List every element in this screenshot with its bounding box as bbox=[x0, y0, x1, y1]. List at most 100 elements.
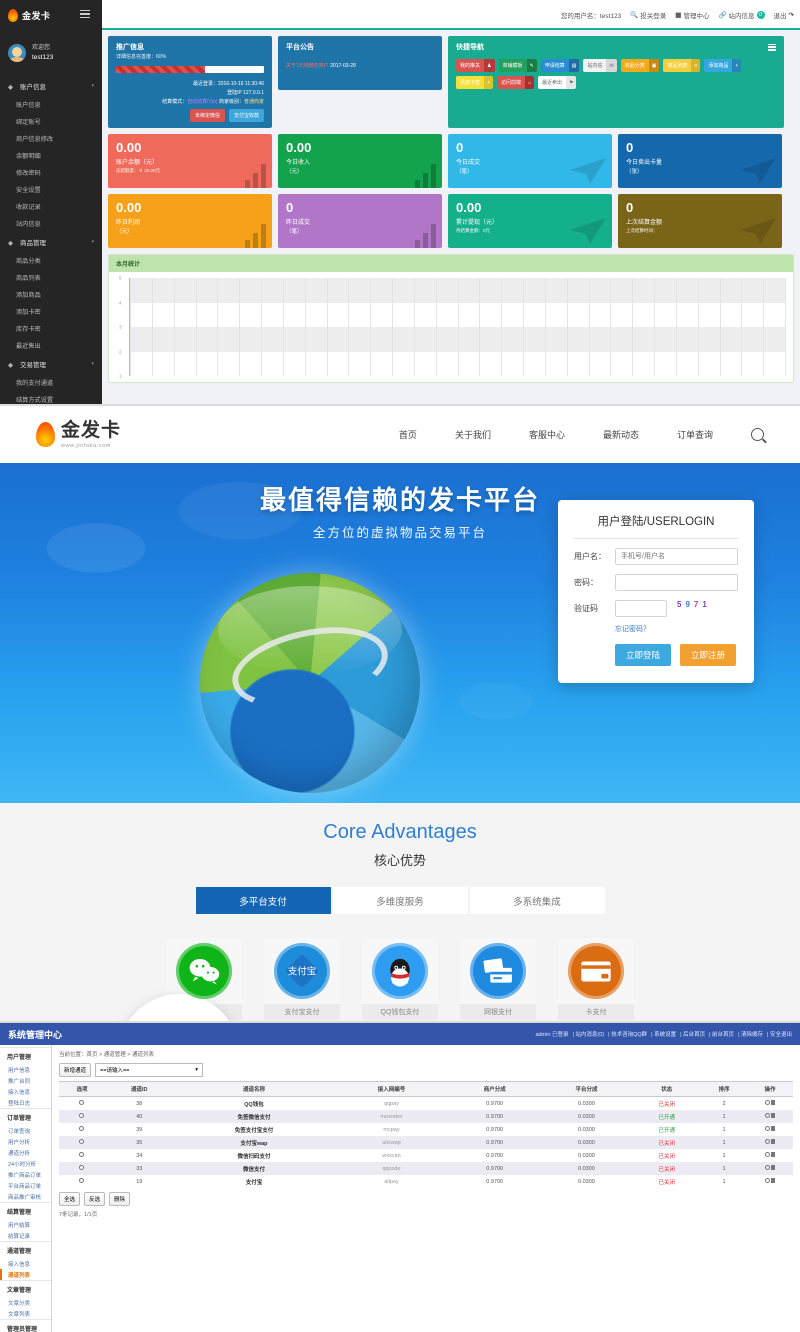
sidebar-item-结算方式设置[interactable]: 结算方式设置 bbox=[0, 391, 102, 404]
admin-item-订单查询[interactable]: 订单查询 bbox=[0, 1125, 51, 1136]
quicknav-button-添加商品[interactable]: 添加商品 + bbox=[704, 59, 742, 72]
sidebar-group-商品管理[interactable]: ◆ 商品管理 ▾ bbox=[0, 232, 102, 252]
cell-actions[interactable] bbox=[747, 1162, 793, 1175]
sidebar-item-修改密码[interactable]: 修改密码 bbox=[0, 164, 102, 181]
advantage-tab-多平台支付[interactable]: 多平台支付 bbox=[195, 887, 331, 914]
forgot-password-link[interactable]: 忘记密码？ bbox=[615, 624, 738, 634]
admin-item-用户分析[interactable]: 用户分析 bbox=[0, 1136, 51, 1147]
site-nav-首页[interactable]: 首页 bbox=[399, 428, 417, 441]
site-nav-最新动态[interactable]: 最新动态 bbox=[603, 428, 639, 441]
admin-item-商品推广审核[interactable]: 商品推广审核 bbox=[0, 1191, 51, 1202]
row-checkbox-cell[interactable] bbox=[59, 1162, 105, 1175]
cell-actions[interactable] bbox=[747, 1175, 793, 1188]
alipay-receive-button[interactable]: 支付宝收款 bbox=[228, 109, 264, 122]
bind-wechat-button[interactable]: 未绑定微信 bbox=[189, 109, 225, 122]
admin-topnav-技术咨询QQ群[interactable]: | 技术咨询QQ群 bbox=[608, 1030, 647, 1038]
cell-actions[interactable] bbox=[747, 1123, 793, 1136]
quicknav-button-商铺模板[interactable]: 商铺模板 ✎ bbox=[498, 59, 537, 72]
quicknav-button-访问前端[interactable]: 访问前端 ⌂ bbox=[496, 76, 534, 89]
table-row[interactable]: 19 支付宝 alipay 0.9700 0.0300 已关闭 1 bbox=[59, 1175, 793, 1188]
edit-icon[interactable] bbox=[764, 1165, 770, 1170]
username-input[interactable] bbox=[615, 548, 738, 565]
quicknav-button-添加卡密[interactable]: 添加卡密 + bbox=[456, 76, 493, 89]
cell-actions[interactable] bbox=[747, 1136, 793, 1149]
sidebar-item-添加商品[interactable]: 添加商品 bbox=[0, 286, 102, 303]
admin-topnav-前台首页[interactable]: | 前台首页 bbox=[709, 1030, 734, 1038]
edit-icon[interactable] bbox=[764, 1139, 770, 1144]
edit-icon[interactable] bbox=[764, 1152, 770, 1157]
sidebar-item-商品列表[interactable]: 商品列表 bbox=[0, 269, 102, 286]
row-checkbox[interactable] bbox=[79, 1100, 85, 1105]
topbar-login-record[interactable]: 🔍 投关登录 bbox=[630, 10, 666, 20]
admin-topnav-后台首页[interactable]: | 后台首页 bbox=[680, 1030, 705, 1038]
table-row[interactable]: 33 微信支付 qqcode 0.9700 0.0300 已关闭 1 bbox=[59, 1162, 793, 1175]
sidebar-item-商品分类[interactable]: 商品分类 bbox=[0, 252, 102, 269]
admin-item-登陆日志[interactable]: 登陆日志 bbox=[0, 1097, 51, 1108]
sidebar-item-账户信息[interactable]: 账户信息 bbox=[0, 96, 102, 113]
search-icon[interactable] bbox=[751, 428, 764, 441]
admin-topnav-站内消息(0)[interactable]: | 站内消息(0) bbox=[572, 1030, 604, 1038]
admin-item-24小时分析[interactable]: 24小时分析 bbox=[0, 1158, 51, 1169]
site-nav-订单查询[interactable]: 订单查询 bbox=[677, 428, 713, 441]
cell-actions[interactable] bbox=[747, 1110, 793, 1123]
delete-icon[interactable] bbox=[771, 1178, 776, 1183]
row-checkbox-cell[interactable] bbox=[59, 1123, 105, 1136]
captcha-input[interactable] bbox=[615, 600, 667, 617]
delete-icon[interactable] bbox=[771, 1100, 776, 1105]
row-checkbox[interactable] bbox=[79, 1139, 85, 1144]
row-checkbox-cell[interactable] bbox=[59, 1149, 105, 1162]
admin-item-接入信息[interactable]: 接入信息 bbox=[0, 1258, 51, 1269]
topbar-site-message[interactable]: 🔗 站内信息 0 bbox=[718, 10, 765, 20]
register-button[interactable]: 立即注册 bbox=[680, 644, 737, 666]
edit-icon[interactable] bbox=[764, 1100, 770, 1105]
sidebar-item-站内信息[interactable]: 站内信息 bbox=[0, 215, 102, 232]
table-row[interactable]: 39 免签支付宝支付 mcpay 0.9700 0.0300 已开通 1 bbox=[59, 1123, 793, 1136]
filter-select[interactable]: ==请输入== ▾ bbox=[95, 1063, 204, 1077]
table-row[interactable]: 40 免签微信支付 moxodev 0.9700 0.0300 已开通 1 bbox=[59, 1110, 793, 1123]
sidebar-item-绑定账号[interactable]: 绑定账号 bbox=[0, 113, 102, 130]
sidebar-item-库存卡密[interactable]: 库存卡密 bbox=[0, 320, 102, 337]
delete-icon[interactable] bbox=[771, 1139, 776, 1144]
payment-method-网银支付[interactable]: 网银支付 bbox=[460, 938, 536, 1020]
row-checkbox[interactable] bbox=[79, 1126, 85, 1131]
admin-item-通道分析[interactable]: 通道分析 bbox=[0, 1147, 51, 1158]
captcha-image[interactable]: 5971 bbox=[677, 600, 731, 617]
sidebar-item-最近售出[interactable]: 最近售出 bbox=[0, 337, 102, 354]
sidebar-group-账户信息[interactable]: ◆ 账户信息 ▾ bbox=[0, 76, 102, 96]
list-icon[interactable] bbox=[768, 43, 776, 51]
delete-icon[interactable] bbox=[771, 1113, 776, 1118]
sidebar-toggle-icon[interactable] bbox=[80, 10, 90, 19]
quicknav-button-站内信[interactable]: 站内信 ✉ bbox=[583, 59, 617, 72]
table-row[interactable]: 35 支付宝wap alixwap 0.9700 0.0300 已关闭 1 bbox=[59, 1136, 793, 1149]
topbar-mgmt-center[interactable]: ▦ 管理中心 bbox=[675, 10, 709, 20]
row-checkbox-cell[interactable] bbox=[59, 1097, 105, 1111]
delete-icon[interactable] bbox=[771, 1126, 776, 1131]
payment-method-QQ钱包支付[interactable]: QQ钱包支付 bbox=[362, 938, 438, 1020]
password-input[interactable] bbox=[615, 574, 738, 591]
delete-icon[interactable] bbox=[771, 1165, 776, 1170]
edit-icon[interactable] bbox=[764, 1178, 770, 1183]
admin-item-推广台同[interactable]: 推广台同 bbox=[0, 1075, 51, 1086]
row-checkbox-cell[interactable] bbox=[59, 1136, 105, 1149]
row-checkbox[interactable] bbox=[79, 1165, 85, 1170]
sidebar-group-交易管理[interactable]: ◆ 交易管理 ▾ bbox=[0, 354, 102, 374]
advantage-tab-多系统集成[interactable]: 多系统集成 bbox=[469, 887, 605, 914]
admin-topnav-admin 已登录[interactable]: admin 已登录 bbox=[535, 1030, 568, 1038]
quicknav-button-最近卖出[interactable]: 最近卖出 ⚑ bbox=[537, 76, 577, 89]
advantage-tab-多维度服务[interactable]: 多维度服务 bbox=[332, 887, 468, 914]
admin-item-接入信息[interactable]: 接入信息 bbox=[0, 1086, 51, 1097]
admin-topnav-清除缓存[interactable]: | 清除缓存 bbox=[738, 1030, 763, 1038]
site-nav-客服中心[interactable]: 客服中心 bbox=[529, 428, 565, 441]
sidebar-item-安全设置[interactable]: 安全设置 bbox=[0, 181, 102, 198]
notice-item[interactable]: 关于1元钱微信商户 2017-03-28 bbox=[286, 62, 434, 69]
quicknav-button-我的推关[interactable]: 我的推关 ♟ bbox=[456, 59, 495, 72]
admin-item-文章分类[interactable]: 文章分类 bbox=[0, 1297, 51, 1308]
admin-item-用户信息[interactable]: 用户信息 bbox=[0, 1064, 51, 1075]
edit-icon[interactable] bbox=[764, 1113, 770, 1118]
admin-item-推广商品订单[interactable]: 推广商品订单 bbox=[0, 1169, 51, 1180]
admin-item-平台商品订单[interactable]: 平台商品订单 bbox=[0, 1180, 51, 1191]
row-checkbox-cell[interactable] bbox=[59, 1110, 105, 1123]
admin-item-文章列表[interactable]: 文章列表 bbox=[0, 1308, 51, 1319]
login-button[interactable]: 立即登陆 bbox=[615, 644, 672, 666]
admin-topnav-系统设置[interactable]: | 系统设置 bbox=[651, 1030, 676, 1038]
